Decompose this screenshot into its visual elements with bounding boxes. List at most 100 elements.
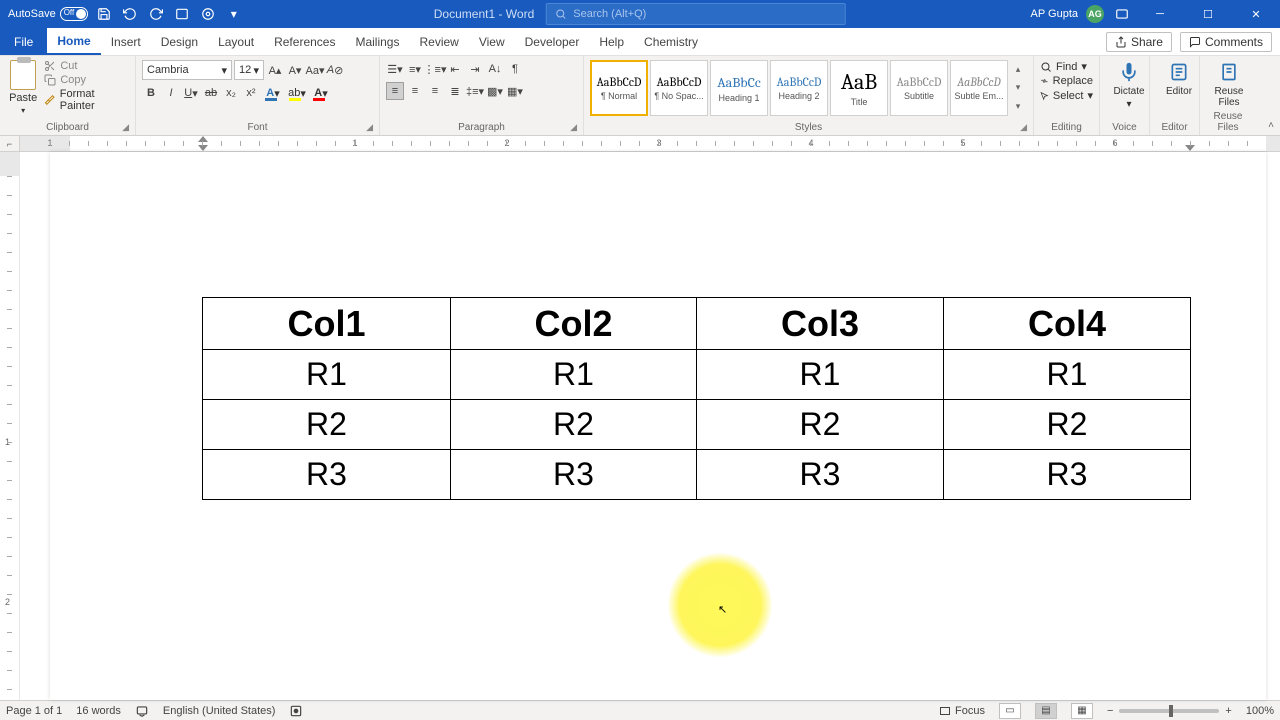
replace-button[interactable]: Replace (1040, 75, 1093, 87)
document-table[interactable]: Col1Col2Col3Col4 R1R1R1R1R2R2R2R2R3R3R3R… (202, 297, 1191, 500)
tab-review[interactable]: Review (409, 28, 468, 55)
page-area[interactable]: Col1Col2Col3Col4 R1R1R1R1R2R2R2R2R3R3R3R… (20, 152, 1280, 700)
style-item[interactable]: AaBbCcDHeading 2 (770, 60, 828, 116)
table-cell[interactable]: R1 (697, 350, 944, 400)
print-layout-button[interactable]: ▤ (1035, 703, 1057, 719)
qat-customize-dropdown[interactable]: ▾ (224, 4, 244, 24)
table-row[interactable]: R2R2R2R2 (203, 400, 1191, 450)
zoom-level[interactable]: 100% (1246, 705, 1274, 717)
tab-design[interactable]: Design (151, 28, 208, 55)
paste-button[interactable]: Paste ▾ (6, 60, 40, 115)
table-row[interactable]: R3R3R3R3 (203, 450, 1191, 500)
sort-button[interactable]: A↓ (486, 60, 504, 78)
horizontal-ruler[interactable]: 1234561 (20, 136, 1280, 151)
table-cell[interactable]: R1 (944, 350, 1191, 400)
zoom-in-button[interactable]: + (1225, 705, 1231, 717)
style-item[interactable]: AaBbCcDSubtitle (890, 60, 948, 116)
autosave-pill[interactable]: Off (60, 7, 88, 21)
tab-layout[interactable]: Layout (208, 28, 264, 55)
table-cell[interactable]: R2 (203, 400, 451, 450)
justify-button[interactable]: ≣ (446, 82, 464, 100)
grow-font-button[interactable]: A▴ (266, 61, 284, 79)
table-cell[interactable]: R1 (203, 350, 451, 400)
table-header[interactable]: Col2 (451, 298, 697, 350)
dialog-launcher-icon[interactable]: ◢ (1020, 122, 1027, 133)
language-indicator[interactable]: English (United States) (163, 705, 276, 717)
zoom-slider[interactable] (1119, 709, 1219, 713)
table-header[interactable]: Col3 (697, 298, 944, 350)
table-cell[interactable]: R2 (944, 400, 1191, 450)
style-item[interactable]: AaBbCcDSubtle Em... (950, 60, 1008, 116)
maximize-button[interactable]: ☐ (1188, 0, 1228, 28)
spell-check-icon[interactable] (135, 704, 149, 718)
table-cell[interactable]: R1 (451, 350, 697, 400)
web-layout-button[interactable]: ▦ (1071, 703, 1093, 719)
tab-references[interactable]: References (264, 28, 345, 55)
read-mode-button[interactable]: ▭ (999, 703, 1021, 719)
comments-button[interactable]: Comments (1180, 32, 1272, 52)
ruler-corner[interactable]: ⌐ (0, 136, 20, 152)
font-color-button[interactable]: A▾ (310, 84, 332, 102)
table-header[interactable]: Col4 (944, 298, 1191, 350)
decrease-indent-button[interactable]: ⇤ (446, 60, 464, 78)
align-left-button[interactable]: ≡ (386, 82, 404, 100)
cut-button[interactable]: Cut (44, 60, 129, 72)
style-item[interactable]: AaBbCcHeading 1 (710, 60, 768, 116)
table-cell[interactable]: R2 (697, 400, 944, 450)
select-button[interactable]: Select▾ (1040, 89, 1093, 102)
text-effects-button[interactable]: A▾ (262, 84, 284, 102)
qat-button[interactable] (172, 4, 192, 24)
borders-button[interactable]: ▦▾ (506, 82, 524, 100)
shading-button[interactable]: ▩▾ (486, 82, 504, 100)
user-name[interactable]: AP Gupta (1031, 8, 1079, 20)
undo-icon[interactable] (120, 4, 140, 24)
table-cell[interactable]: R3 (451, 450, 697, 500)
font-name-combobox[interactable]: Cambria▾ (142, 60, 232, 80)
zoom-out-button[interactable]: − (1107, 705, 1113, 717)
superscript-button[interactable]: x² (242, 84, 260, 102)
minimize-button[interactable]: ─ (1140, 0, 1180, 28)
font-size-combobox[interactable]: 12▾ (234, 60, 264, 80)
tab-home[interactable]: Home (47, 28, 100, 55)
tab-mailings[interactable]: Mailings (345, 28, 409, 55)
focus-mode-button[interactable]: Focus (939, 705, 985, 717)
tab-view[interactable]: View (469, 28, 515, 55)
italic-button[interactable]: I (162, 84, 180, 102)
align-right-button[interactable]: ≡ (426, 82, 444, 100)
multilevel-list-button[interactable]: ⋮≡▾ (426, 60, 444, 78)
bold-button[interactable]: B (142, 84, 160, 102)
style-item[interactable]: AaBTitle (830, 60, 888, 116)
subscript-button[interactable]: x₂ (222, 84, 240, 102)
line-spacing-button[interactable]: ‡≡▾ (466, 82, 484, 100)
align-center-button[interactable]: ≡ (406, 82, 424, 100)
shrink-font-button[interactable]: A▾ (286, 61, 304, 79)
show-hide-marks-button[interactable]: ¶ (506, 60, 524, 78)
highlight-color-button[interactable]: ab▾ (286, 84, 308, 102)
word-count[interactable]: 16 words (76, 705, 121, 717)
search-box[interactable]: Search (Alt+Q) (546, 3, 846, 25)
reuse-files-button[interactable]: Reuse Files (1206, 60, 1252, 108)
close-button[interactable]: ✕ (1236, 0, 1276, 28)
clear-formatting-button[interactable]: A⊘ (326, 61, 344, 79)
style-item[interactable]: AaBbCcD¶ Normal (590, 60, 648, 116)
table-cell[interactable]: R3 (697, 450, 944, 500)
dialog-launcher-icon[interactable]: ◢ (570, 122, 577, 133)
file-tab[interactable]: File (0, 28, 47, 55)
dialog-launcher-icon[interactable]: ◢ (366, 122, 373, 133)
tab-insert[interactable]: Insert (101, 28, 151, 55)
table-header[interactable]: Col1 (203, 298, 451, 350)
format-painter-button[interactable]: Format Painter (44, 88, 129, 112)
find-button[interactable]: Find▾ (1040, 60, 1093, 73)
tab-chemistry[interactable]: Chemistry (634, 28, 708, 55)
qat-button-2[interactable] (198, 4, 218, 24)
table-row[interactable]: R1R1R1R1 (203, 350, 1191, 400)
ribbon-display-icon[interactable] (1112, 4, 1132, 24)
tab-developer[interactable]: Developer (515, 28, 590, 55)
table-cell[interactable]: R3 (203, 450, 451, 500)
autosave-toggle[interactable]: AutoSave Off (8, 7, 88, 21)
share-button[interactable]: Share (1106, 32, 1172, 52)
table-cell[interactable]: R2 (451, 400, 697, 450)
style-item[interactable]: AaBbCcD¶ No Spac... (650, 60, 708, 116)
vertical-ruler[interactable]: 12 (0, 152, 20, 700)
user-avatar[interactable]: AG (1086, 5, 1104, 23)
